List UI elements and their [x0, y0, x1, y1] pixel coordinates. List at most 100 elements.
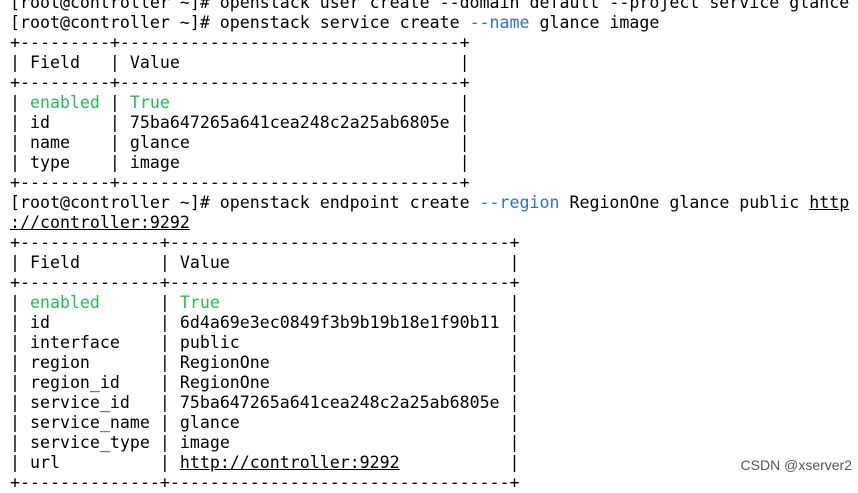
table-pipe: |	[10, 393, 30, 412]
command-args: RegionOne glance public	[559, 193, 810, 212]
row-value: public	[179, 333, 240, 352]
table1-row: | id | 75ba647265a641cea248c2a25ab6805e …	[10, 113, 849, 133]
table-pipe: |	[10, 253, 30, 272]
table-pipe: |	[499, 353, 520, 372]
table-pipe: |	[149, 393, 180, 412]
row-pad	[170, 93, 450, 112]
row-pad	[270, 373, 500, 392]
table-border: +--------------+------------------------…	[10, 473, 520, 492]
table-pipe: |	[10, 53, 30, 72]
table-pipe: |	[149, 433, 180, 452]
header-field: Field	[29, 53, 100, 72]
row-pad	[180, 153, 450, 172]
row-value: RegionOne	[179, 353, 270, 372]
row-field: id	[29, 113, 100, 132]
table1-row: | type | image |	[10, 153, 849, 173]
table-pipe: |	[10, 353, 30, 372]
shell-prompt: [root@controller ~]#	[10, 193, 220, 212]
row-value: glance	[129, 133, 190, 152]
table-pipe: |	[10, 113, 30, 132]
row-pad	[190, 133, 450, 152]
command-flag: --name	[469, 13, 530, 32]
terminal-output[interactable]: [root@controller ~]# openstack user crea…	[10, 0, 849, 493]
row-field: enabled	[29, 93, 100, 112]
row-field: name	[29, 133, 100, 152]
table-pipe: |	[10, 93, 30, 112]
row-pad	[220, 293, 500, 312]
row-value: image	[129, 153, 180, 172]
command-line-wrap: ://controller:9292	[10, 213, 849, 233]
table2-row: | interface | public |	[10, 333, 849, 353]
table-pipe: |	[10, 133, 30, 152]
row-field: region_id	[29, 373, 150, 392]
command-line-service-create: [root@controller ~]# openstack service c…	[10, 13, 849, 33]
table1-border: +---------+-----------------------------…	[10, 173, 849, 193]
table-pipe: |	[149, 333, 180, 352]
row-value: glance	[179, 413, 240, 432]
table-pipe: |	[99, 53, 130, 72]
table1-header-row: | Field | Value |	[10, 53, 849, 73]
row-pad	[400, 453, 500, 472]
table-border: +---------+-----------------------------…	[10, 173, 470, 192]
table-pipe: |	[499, 393, 520, 412]
row-value: True	[129, 93, 170, 112]
table-pipe: |	[149, 293, 180, 312]
table-pipe: |	[449, 93, 470, 112]
row-field: url	[29, 453, 150, 472]
command-url: ://controller:9292	[10, 213, 190, 232]
table-pipe: |	[99, 133, 130, 152]
command-args: glance image	[529, 13, 660, 32]
table2-row: | enabled | True |	[10, 293, 849, 313]
table2-row: | service_id | 75ba647265a641cea248c2a25…	[10, 393, 849, 413]
table-pipe: |	[499, 413, 520, 432]
command-text: openstack endpoint create	[219, 193, 480, 212]
command-flag: --region	[479, 193, 560, 212]
command-url: http	[809, 193, 850, 212]
row-field: region	[29, 353, 150, 372]
partial-line-text: [root@controller ~]# openstack user crea…	[10, 0, 850, 12]
row-value: 75ba647265a641cea248c2a25ab6805e	[179, 393, 500, 412]
table2-row: | service_type | image |	[10, 433, 849, 453]
table-pipe: |	[499, 293, 520, 312]
row-pad	[270, 353, 500, 372]
command-line-endpoint-create: [root@controller ~]# openstack endpoint …	[10, 193, 849, 213]
table-border: +--------------+------------------------…	[10, 233, 520, 252]
table-pipe: |	[449, 133, 470, 152]
table-pipe: |	[149, 453, 180, 472]
table-border: +---------+-----------------------------…	[10, 73, 470, 92]
table2-row: | id | 6d4a69e3ec0849f3b9b19b18e1f90b11 …	[10, 313, 849, 333]
table2-border: +--------------+------------------------…	[10, 233, 849, 253]
table-pipe: |	[99, 113, 130, 132]
table2-border: +--------------+------------------------…	[10, 473, 849, 493]
table-pipe: |	[499, 433, 520, 452]
row-field: interface	[29, 333, 150, 352]
shell-prompt: [root@controller ~]#	[10, 13, 220, 32]
table-pipe: |	[449, 113, 470, 132]
header-value: Value	[129, 53, 450, 72]
row-pad	[240, 333, 500, 352]
header-value: Value	[179, 253, 500, 272]
watermark: CSDN @xserver2	[740, 457, 852, 473]
table-pipe: |	[499, 333, 520, 352]
row-value: image	[179, 433, 230, 452]
table-pipe: |	[499, 313, 520, 332]
row-field: service_name	[29, 413, 150, 432]
table-pipe: |	[449, 53, 470, 72]
table-pipe: |	[499, 453, 520, 472]
row-value: http://controller:9292	[179, 453, 400, 472]
table1-border: +---------+-----------------------------…	[10, 33, 849, 53]
table1-border: +---------+-----------------------------…	[10, 73, 849, 93]
row-value: 6d4a69e3ec0849f3b9b19b18e1f90b11	[179, 313, 500, 332]
table-pipe: |	[149, 373, 180, 392]
table-pipe: |	[99, 153, 130, 172]
table-pipe: |	[10, 313, 30, 332]
table-pipe: |	[149, 353, 180, 372]
table-border: +--------------+------------------------…	[10, 273, 520, 292]
terminal-line-partial: [root@controller ~]# openstack user crea…	[10, 0, 849, 13]
header-field: Field	[29, 253, 150, 272]
table2-row: | region | RegionOne |	[10, 353, 849, 373]
row-value: RegionOne	[179, 373, 270, 392]
table2-row: | url | http://controller:9292 |	[10, 453, 849, 473]
table-pipe: |	[10, 153, 30, 172]
row-value: 75ba647265a641cea248c2a25ab6805e	[129, 113, 450, 132]
